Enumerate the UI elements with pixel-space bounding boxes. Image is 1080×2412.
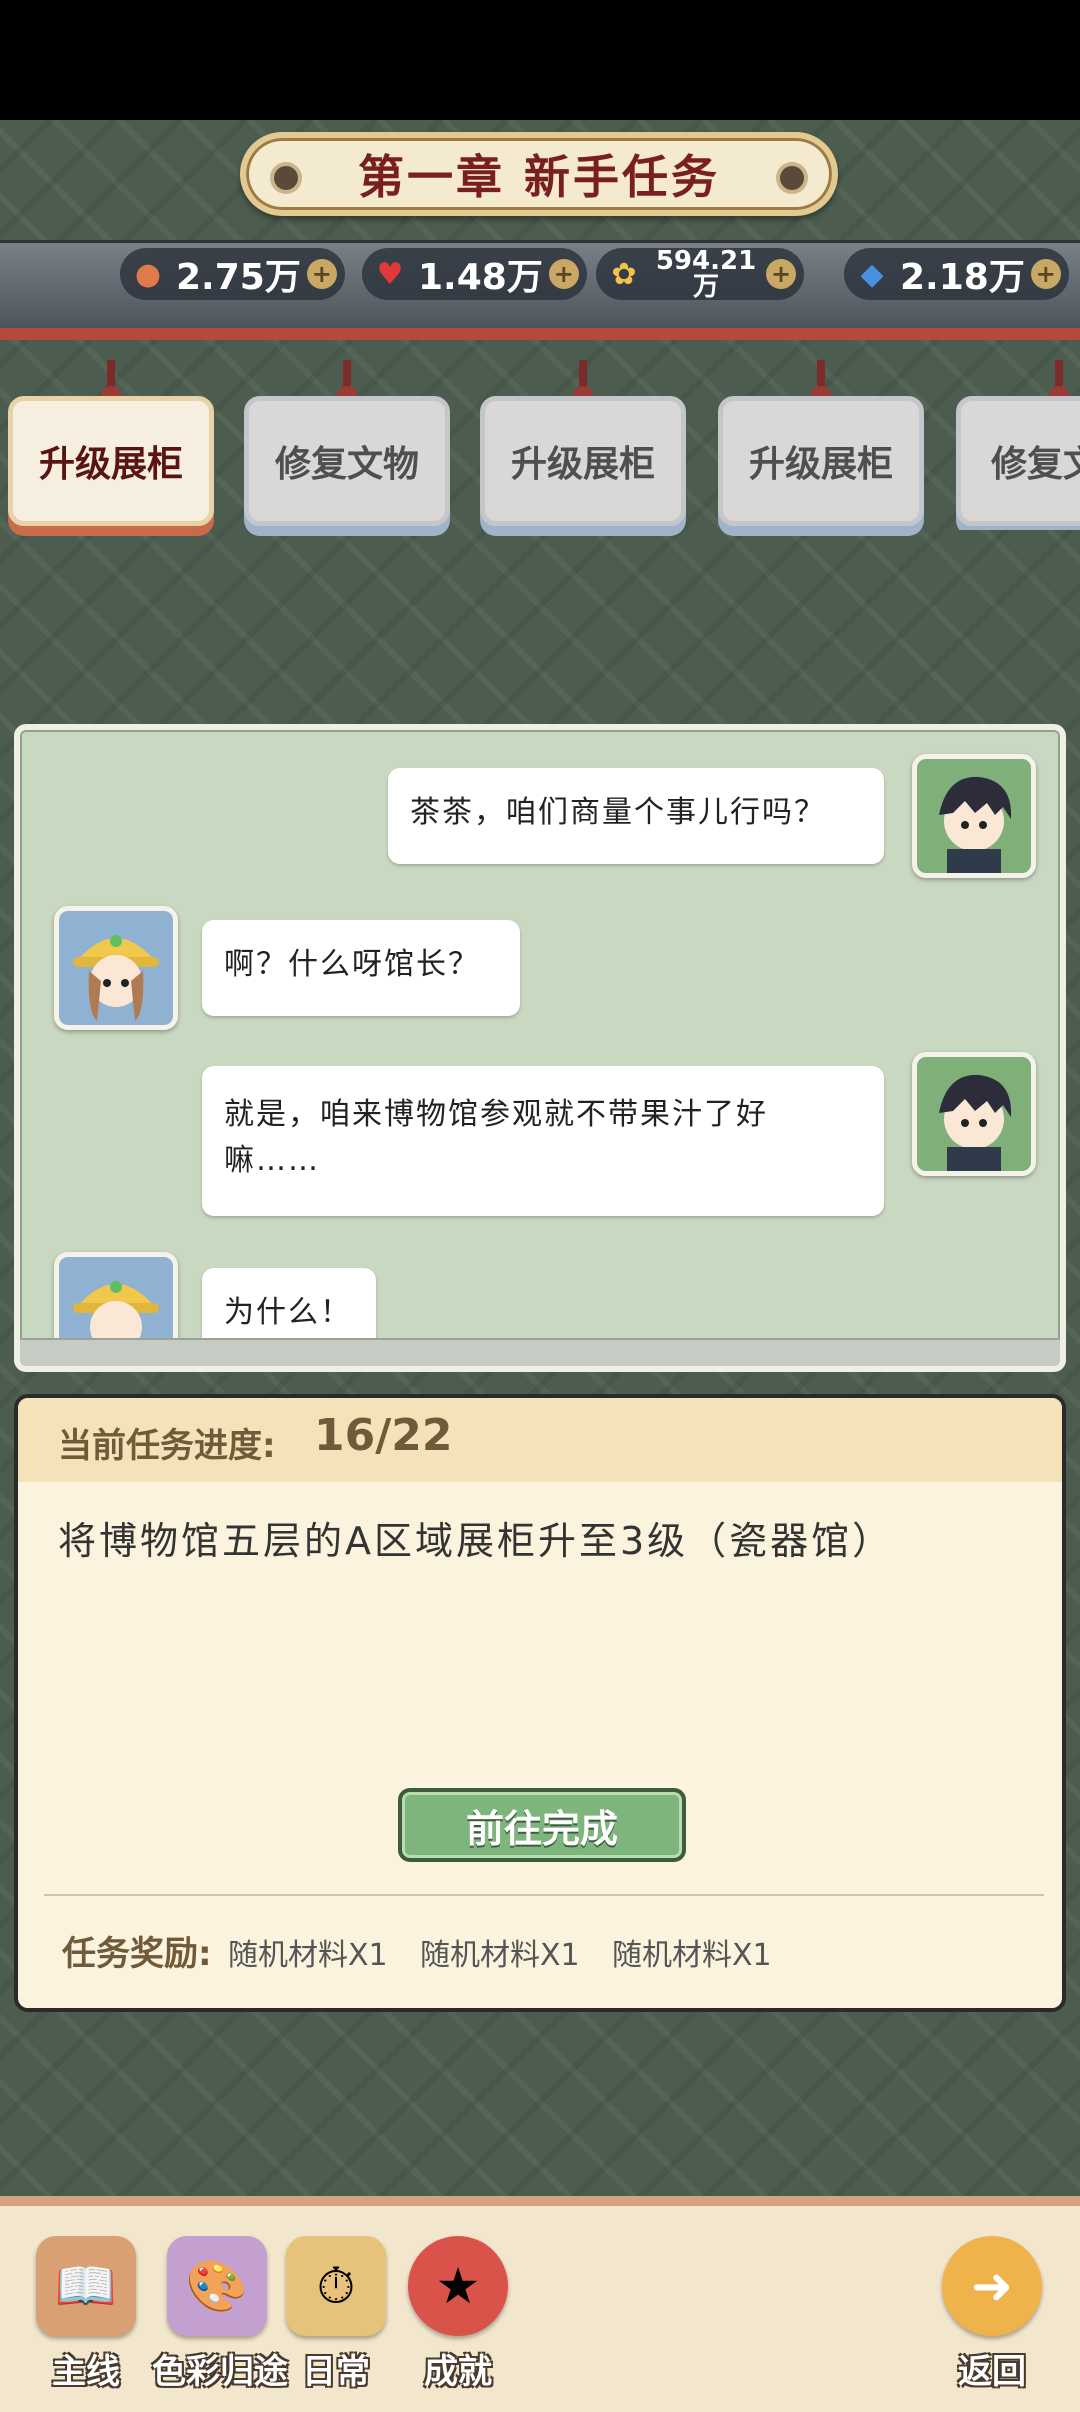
task-reward-item: 随机材料X1 [420,1938,580,1973]
curator-avatar [912,1052,1036,1176]
clock-icon: ⏱ [286,2236,386,2336]
chapter-title: 第一章 新手任务 [357,150,720,204]
dialog-bubble: 就是，咱来博物馆参观就不带果汁了好嘛…… [202,1066,884,1216]
task-progress-value: 16/22 [314,1410,453,1461]
orange-pin-icon: ● [134,256,162,292]
medal-icon: ★ [408,2236,508,2336]
tab-label[interactable]: 升级展柜 [718,396,924,526]
task-tab-3[interactable]: 升级展柜 [480,360,686,530]
resource-heart: ♥ 1.48万 + [362,248,587,300]
nav-back[interactable]: ➜ 返回 [934,2236,1050,2393]
status-bar [0,0,1080,120]
nav-color-journey[interactable]: 🎨 色彩归途 [152,2236,288,2393]
task-progress-label: 当前任务进度: [58,1426,276,1466]
add-resource-button[interactable]: + [306,259,337,289]
add-resource-button[interactable]: + [766,259,796,289]
resource-pin: ● 2.75万 + [120,248,345,300]
heart-icon: ♥ [376,256,404,292]
task-panel: 当前任务进度: 16/22 将博物馆五层的A区域展柜升至3级（瓷器馆） 前往完成… [14,1394,1066,2012]
nav-label: 日常 [302,2352,370,2392]
story-dialog-panel[interactable]: 茶茶，咱们商量个事儿行吗？ 啊？什么呀馆长？ 就是，咱来博物馆参观就不带果汁了好… [14,724,1066,1372]
add-resource-button[interactable]: + [548,259,579,289]
task-reward-label: 任务奖励: [62,1934,212,1974]
curator-avatar [912,754,1036,878]
task-reward-item: 随机材料X1 [612,1938,772,1973]
nav-label: 返回 [958,2352,1026,2392]
add-resource-button[interactable]: + [1030,259,1061,289]
chacha-avatar [54,906,178,1030]
nav-label: 主线 [52,2352,120,2392]
tab-label[interactable]: 升级展柜 [480,396,686,526]
tab-label[interactable]: 修复文物 [244,396,450,526]
task-tab-1[interactable]: 升级展柜 [8,360,214,530]
nav-label: 色彩归途 [152,2352,288,2392]
task-tab-2[interactable]: 修复文物 [244,360,450,530]
tab-hanger-icon [573,360,593,406]
flower-coin-icon: ✿ [611,256,637,292]
task-tab-4[interactable]: 升级展柜 [718,360,924,530]
nav-daily[interactable]: ⏱ 日常 [278,2236,394,2393]
divider [44,1894,1044,1896]
task-description: 将博物馆五层的A区域展柜升至3级（瓷器馆） [58,1519,894,1563]
nav-main-story[interactable]: 📖 主线 [28,2236,144,2393]
blue-gem-icon: ◆ [860,256,884,292]
plaque-rivet-icon [780,166,804,190]
tab-label[interactable]: 修复文物 [956,396,1080,526]
dialog-floor [20,1338,1060,1366]
plaque-rivet-icon [274,166,298,190]
resource-value: 1.48万 [418,257,543,298]
tab-hanger-icon [337,360,357,406]
easel-icon: 🎨 [167,2236,267,2336]
resource-flower-coin: ✿ 594.21万 + [596,248,804,300]
resource-value: 2.18万 [900,257,1025,298]
dialog-bubble: 啊？什么呀馆长？ [202,920,520,1016]
tab-hanger-icon [1049,360,1069,406]
resource-gem: ◆ 2.18万 + [844,248,1069,300]
resource-value: 2.75万 [176,257,301,298]
tab-hanger-icon [101,360,121,406]
back-arrow-icon: ➜ [942,2236,1042,2336]
task-reward-item: 随机材料X1 [228,1938,388,1973]
go-complete-button[interactable]: 前往完成 [398,1788,686,1862]
nav-achievement[interactable]: ★ 成就 [400,2236,516,2393]
resource-value: 594.21万 [655,246,757,302]
task-tab-5[interactable]: 修复文物 [956,360,1080,530]
tab-hanger-icon [811,360,831,406]
nav-label: 成就 [424,2352,492,2392]
dialog-bubble: 茶茶，咱们商量个事儿行吗？ [388,768,884,864]
tab-label[interactable]: 升级展柜 [8,396,214,526]
script-book-icon: 📖 [36,2236,136,2336]
chapter-title-plaque: 第一章 新手任务 [240,132,838,216]
